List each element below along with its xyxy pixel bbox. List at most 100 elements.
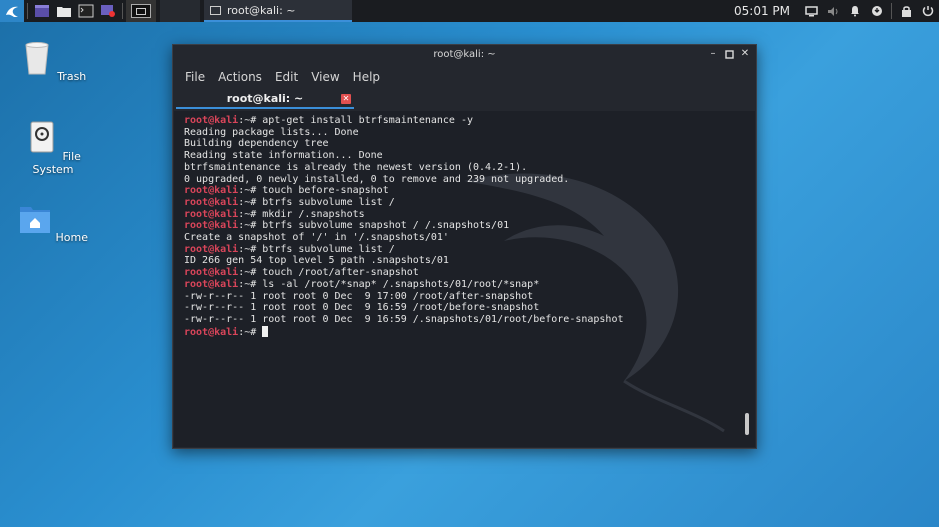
command-text: mkdir /.snapshots (262, 208, 365, 220)
prompt-user: root@kali (184, 196, 239, 208)
launcher-file-manager[interactable] (53, 0, 75, 22)
prompt-separator: :~# (238, 196, 263, 208)
prompt-separator: :~# (238, 326, 263, 338)
menu-bar: File Actions Edit View Help (173, 67, 756, 87)
desktop-icon-label: Trash (57, 70, 87, 83)
terminal-command-line: root@kali:~# ls -al /root/*snap* /.snaps… (184, 279, 624, 291)
terminal-output-line: Building dependency tree (184, 138, 624, 150)
desktop-icon-file-system[interactable]: File System (13, 120, 93, 176)
prompt-user: root@kali (184, 278, 239, 290)
launcher-screen-recorder[interactable] (97, 0, 119, 22)
tab-close-icon[interactable]: ✕ (341, 94, 351, 104)
window-icon (35, 5, 49, 17)
launcher-workspace[interactable] (31, 0, 53, 22)
prompt-user: root@kali (184, 185, 239, 197)
output-text: Create a snapshot of '/' in '/.snapshots… (184, 232, 449, 244)
prompt-separator: :~# (238, 243, 263, 255)
window-title: root@kali: ~ (433, 49, 496, 60)
taskbar-item-terminal[interactable]: root@kali: ~ (204, 0, 352, 22)
notification-bell-icon[interactable] (844, 0, 866, 22)
close-icon[interactable]: ✕ (739, 48, 751, 60)
output-text: Reading package lists... Done (184, 126, 359, 138)
prompt-separator: :~# (238, 208, 263, 220)
terminal-output-line: 0 upgraded, 0 newly installed, 0 to remo… (184, 174, 624, 186)
prompt-user: root@kali (184, 115, 239, 126)
desktop-icon-label: Home (55, 231, 88, 244)
tab-terminal[interactable]: root@kali: ~ (176, 89, 354, 109)
terminal-command-line: root@kali:~# mkdir /.snapshots (184, 209, 624, 221)
terminal-command-line: root@kali:~# apt-get install btrfsmainte… (184, 115, 624, 127)
terminal-icon (210, 5, 221, 15)
workspace-2[interactable] (160, 0, 200, 22)
scrollbar-thumb[interactable] (745, 413, 749, 435)
terminal-output-line: Reading state information... Done (184, 150, 624, 162)
desktop-icon-home[interactable]: Home (13, 201, 93, 244)
workspace-thumbnail (131, 4, 151, 18)
panel-separator (122, 3, 123, 19)
logout-icon[interactable] (917, 0, 939, 22)
output-text: ID 266 gen 54 top level 5 path .snapshot… (184, 255, 449, 267)
prompt-separator: :~# (238, 220, 263, 232)
kali-logo-icon (6, 6, 18, 17)
taskbar-item-label: root@kali: ~ (227, 3, 296, 17)
command-text: ls -al /root/*snap* /.snapshots/01/root/… (262, 278, 540, 290)
terminal-output-line: ID 266 gen 54 top level 5 path .snapshot… (184, 255, 624, 267)
prompt-separator: :~# (238, 115, 263, 126)
menu-actions[interactable]: Actions (218, 70, 262, 84)
command-text: btrfs subvolume list / (262, 243, 395, 255)
menu-edit[interactable]: Edit (275, 70, 298, 84)
terminal-command-line: root@kali:~# btrfs subvolume list / (184, 244, 624, 256)
window-thumbnail (136, 7, 146, 15)
volume-icon[interactable] (822, 0, 844, 22)
terminal-output-line: -rw-r--r-- 1 root root 0 Dec 9 17:00 /ro… (184, 291, 624, 303)
clock[interactable]: 05:01 PM (734, 4, 790, 18)
prompt-user: root@kali (184, 220, 239, 232)
screen-recorder-icon (101, 5, 115, 17)
workspace-1[interactable] (126, 0, 156, 22)
terminal-output-line: -rw-r--r-- 1 root root 0 Dec 9 16:59 /ro… (184, 302, 624, 314)
text-cursor (262, 325, 269, 337)
launcher-terminal[interactable] (75, 0, 97, 22)
terminal-window: root@kali: ~ – ✕ File Actions Edit View … (172, 44, 757, 449)
output-text: -rw-r--r-- 1 root root 0 Dec 9 17:00 /ro… (184, 290, 534, 302)
prompt-separator: :~# (238, 278, 263, 290)
applications-menu-button[interactable] (0, 0, 24, 22)
desktop-icon-trash[interactable]: Trash (13, 40, 93, 83)
command-text: btrfs subvolume snapshot / /.snapshots/0… (262, 220, 510, 232)
top-panel: root@kali: ~ 05:01 PM (0, 0, 939, 22)
home-folder-icon (20, 207, 50, 233)
menu-view[interactable]: View (311, 70, 339, 84)
output-text: Reading state information... Done (184, 150, 383, 162)
terminal-lines: root@kali:~# apt-get install btrfsmainte… (184, 115, 624, 338)
terminal-command-line: root@kali:~# btrfs subvolume snapshot / … (184, 220, 624, 232)
command-text: touch before-snapshot (262, 185, 389, 197)
update-icon[interactable] (866, 0, 888, 22)
terminal-icon (78, 4, 94, 18)
menu-help[interactable]: Help (353, 70, 380, 84)
output-text: -rw-r--r-- 1 root root 0 Dec 9 16:59 /.s… (184, 313, 624, 325)
trash-icon (25, 42, 49, 75)
panel-separator (891, 3, 892, 19)
panel-separator (27, 3, 28, 19)
prompt-user: root@kali (184, 208, 239, 220)
terminal-command-line: root@kali:~# btrfs subvolume list / (184, 197, 624, 209)
window-titlebar[interactable]: root@kali: ~ – ✕ (173, 45, 756, 65)
command-text: btrfs subvolume list / (262, 196, 395, 208)
tab-bar: root@kali: ~ ✕ (173, 89, 756, 111)
prompt-user: root@kali (184, 267, 239, 279)
maximize-icon[interactable] (723, 48, 735, 60)
prompt-separator: :~# (238, 185, 263, 197)
terminal-output-line: -rw-r--r-- 1 root root 0 Dec 9 16:59 /.s… (184, 314, 624, 326)
command-text: apt-get install btrfsmaintenance -y (262, 115, 473, 126)
terminal-output[interactable]: root@kali:~# apt-get install btrfsmainte… (174, 111, 755, 447)
terminal-output-line: Reading package lists... Done (184, 127, 624, 139)
panel-tray: 05:01 PM (734, 0, 939, 22)
folder-icon (57, 7, 71, 17)
tab-label: root@kali: ~ (226, 92, 304, 105)
menu-file[interactable]: File (185, 70, 205, 84)
output-text: btrfsmaintenance is already the newest v… (184, 161, 528, 173)
minimize-icon[interactable]: – (707, 48, 719, 60)
output-text: 0 upgraded, 0 newly installed, 0 to remo… (184, 173, 570, 185)
lock-icon[interactable] (895, 0, 917, 22)
display-icon[interactable] (800, 0, 822, 22)
